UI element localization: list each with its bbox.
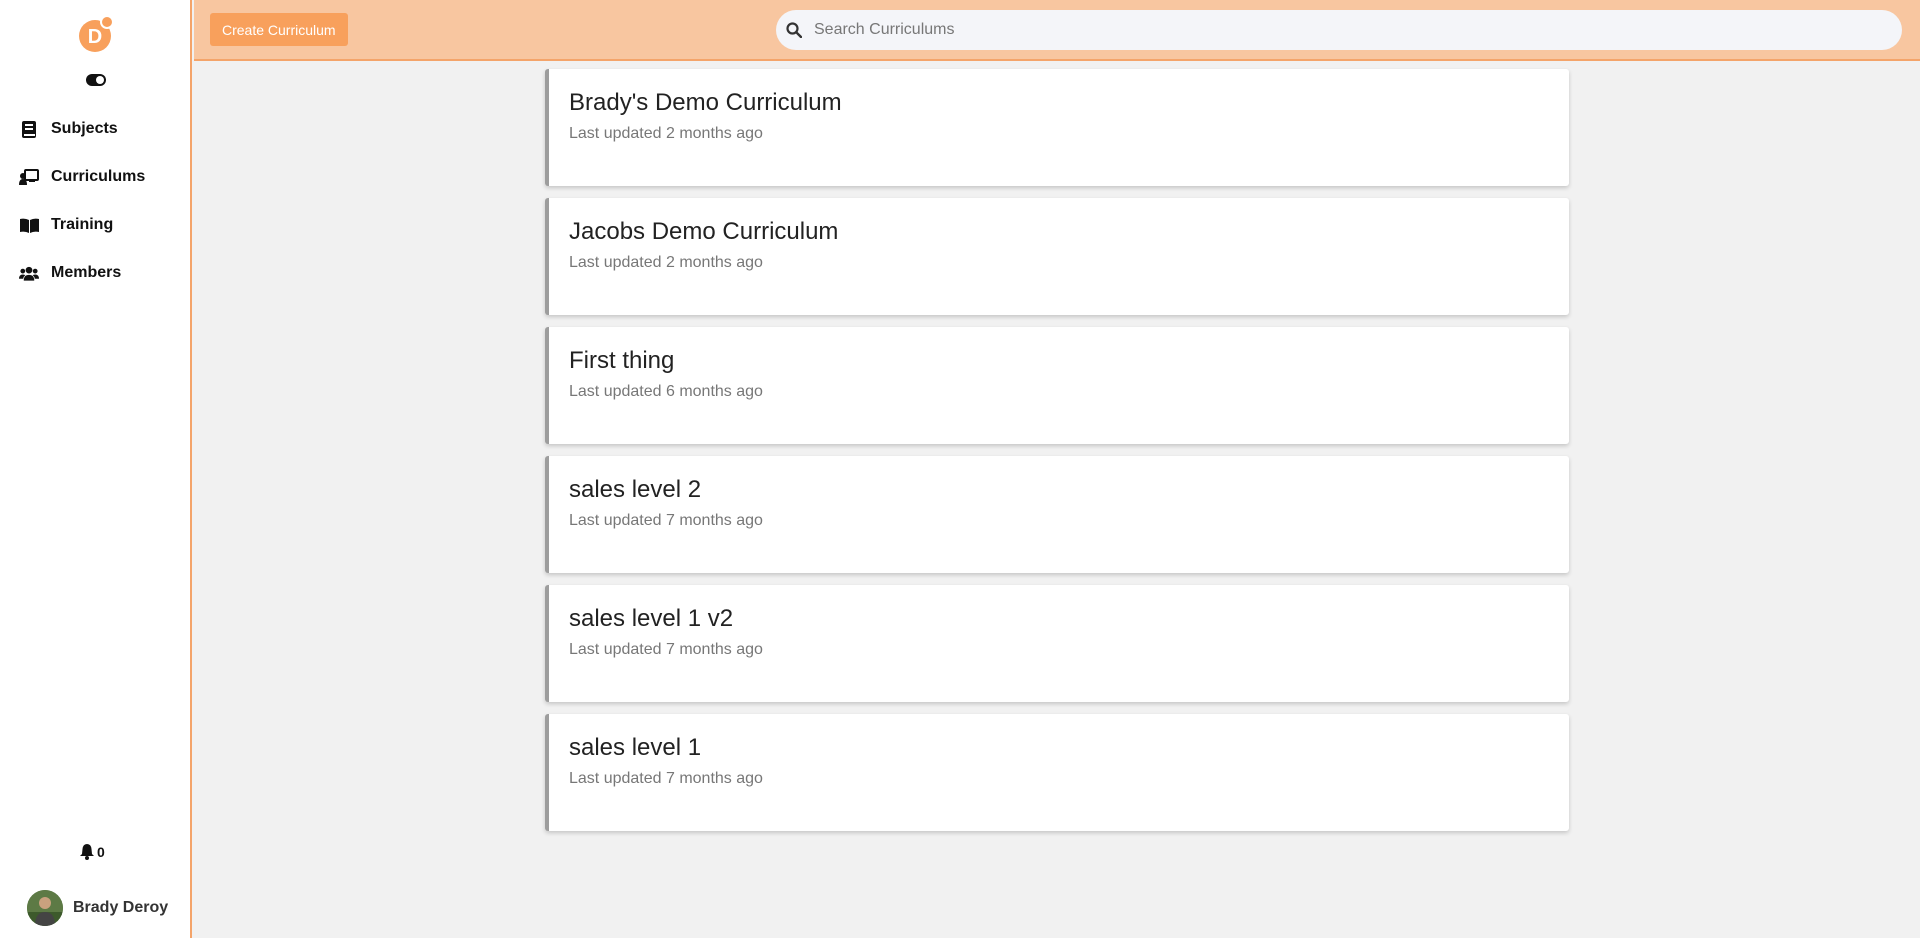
notification-count: 0 bbox=[97, 844, 105, 860]
curriculum-title: sales level 2 bbox=[569, 476, 702, 503]
avatar bbox=[27, 890, 63, 926]
book-icon bbox=[19, 120, 39, 138]
book-open-icon bbox=[19, 216, 39, 234]
create-curriculum-button[interactable]: Create Curriculum bbox=[210, 13, 348, 46]
theme-toggle-knob bbox=[96, 76, 104, 84]
curriculum-updated: Last updated 6 months ago bbox=[569, 383, 763, 400]
curriculum-updated: Last updated 7 months ago bbox=[569, 770, 763, 787]
sidebar: D Subjects Curriculums Training Members … bbox=[0, 0, 192, 938]
sidebar-item-subjects[interactable]: Subjects bbox=[19, 117, 118, 141]
logo-letter: D bbox=[88, 26, 102, 48]
curriculum-title: Brady's Demo Curriculum bbox=[569, 89, 842, 116]
sidebar-item-label: Training bbox=[51, 216, 114, 233]
curriculum-card[interactable]: sales level 2 Last updated 7 months ago bbox=[545, 456, 1569, 573]
curriculum-updated: Last updated 2 months ago bbox=[569, 125, 763, 142]
sidebar-item-curriculums[interactable]: Curriculums bbox=[19, 165, 145, 189]
user-name: Brady Deroy bbox=[73, 899, 169, 916]
curriculum-title: Jacobs Demo Curriculum bbox=[569, 218, 839, 245]
sidebar-item-label: Subjects bbox=[51, 120, 118, 137]
curriculum-card[interactable]: sales level 1 v2 Last updated 7 months a… bbox=[545, 585, 1569, 702]
bell-icon bbox=[80, 844, 94, 860]
app-logo[interactable]: D bbox=[77, 14, 115, 54]
search-input[interactable] bbox=[812, 20, 1872, 40]
curriculum-card[interactable]: First thing Last updated 6 months ago bbox=[545, 327, 1569, 444]
sidebar-item-training[interactable]: Training bbox=[19, 213, 113, 237]
user-profile[interactable]: Brady Deroy bbox=[27, 890, 168, 926]
curriculum-updated: Last updated 7 months ago bbox=[569, 512, 763, 529]
curriculum-card[interactable]: Jacobs Demo Curriculum Last updated 2 mo… bbox=[545, 198, 1569, 315]
curriculum-title: First thing bbox=[569, 347, 675, 374]
curriculum-card[interactable]: sales level 1 Last updated 7 months ago bbox=[545, 714, 1569, 831]
sidebar-item-members[interactable]: Members bbox=[19, 261, 121, 285]
theme-toggle[interactable] bbox=[86, 74, 106, 86]
search-bar[interactable] bbox=[776, 10, 1902, 50]
search-icon bbox=[786, 22, 802, 38]
top-bar: Create Curriculum bbox=[194, 0, 1920, 61]
sidebar-item-label: Members bbox=[51, 264, 122, 281]
users-icon bbox=[19, 264, 39, 282]
curriculum-title: sales level 1 v2 bbox=[569, 605, 734, 632]
sidebar-item-label: Curriculums bbox=[51, 168, 146, 185]
curriculum-updated: Last updated 2 months ago bbox=[569, 254, 763, 271]
curriculum-updated: Last updated 7 months ago bbox=[569, 641, 763, 658]
curriculum-title: sales level 1 bbox=[569, 734, 702, 761]
chalkboard-teacher-icon bbox=[19, 168, 39, 186]
notifications-button[interactable]: 0 bbox=[80, 844, 105, 860]
curriculum-list: Brady's Demo Curriculum Last updated 2 m… bbox=[545, 69, 1569, 843]
curriculum-card[interactable]: Brady's Demo Curriculum Last updated 2 m… bbox=[545, 69, 1569, 186]
